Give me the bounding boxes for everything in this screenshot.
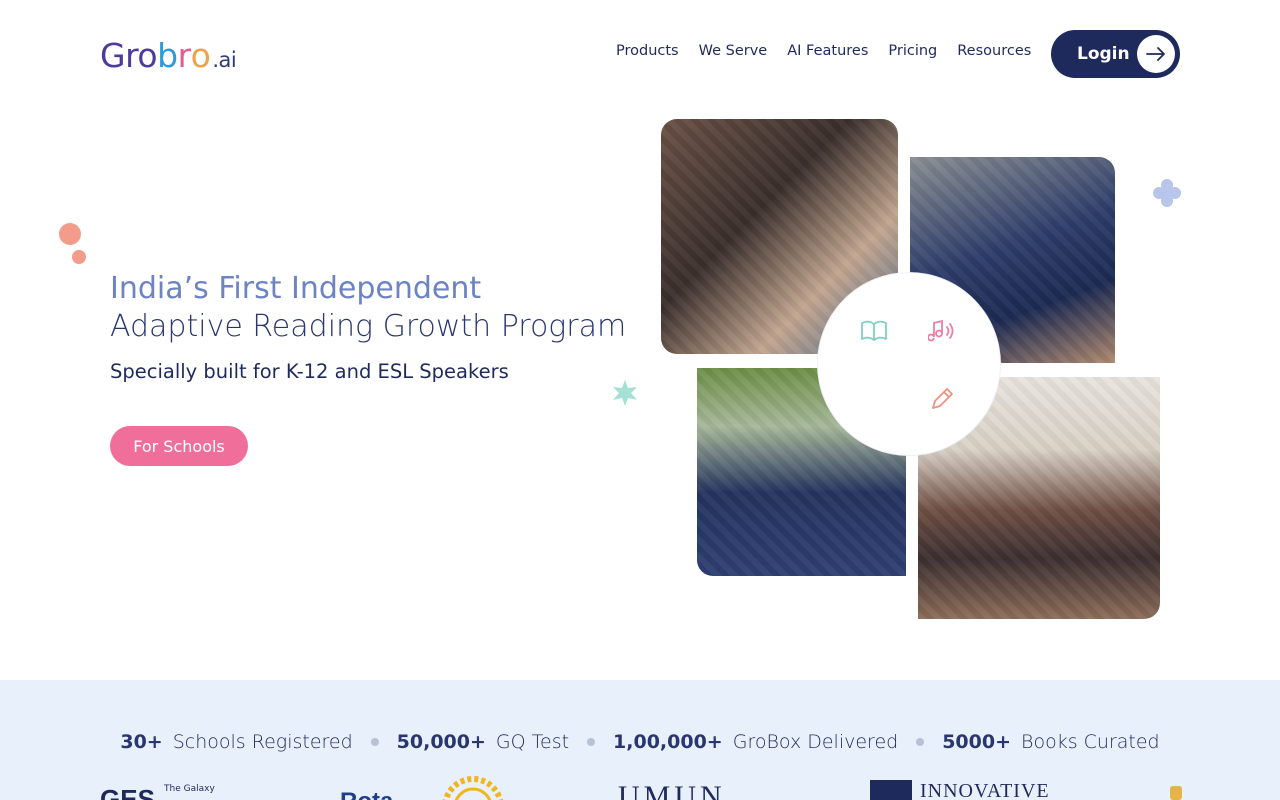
- stat-books: 5000+ Books Curated: [942, 731, 1159, 753]
- partner-logo-umun: UMUN: [618, 780, 726, 800]
- partner-logo-partial: [1170, 786, 1182, 800]
- stat-number: 1,00,000+: [613, 731, 723, 753]
- stat-schools: 30+ Schools Registered: [120, 731, 352, 753]
- partner-logo-innovative: INNOVATIVE: [870, 780, 1050, 800]
- logo-text-o: o: [190, 36, 211, 75]
- crest-icon: [870, 780, 912, 800]
- logo-text: Gro: [100, 36, 158, 75]
- stat-label: GQ Test: [495, 731, 570, 753]
- partner-logo-rotary: Rota: [340, 788, 393, 800]
- hero-title-line2: Adaptive Reading Growth Program: [110, 309, 627, 344]
- login-button[interactable]: Login: [1051, 30, 1180, 78]
- partner-innovative-text: INNOVATIVE: [920, 780, 1050, 800]
- pencil-icon: [910, 367, 974, 431]
- logo-text-b: b: [157, 36, 178, 75]
- hero-text: India’s First Independent Adaptive Readi…: [110, 270, 630, 383]
- decor-dot-large: [59, 223, 81, 245]
- grobro-logo[interactable]: Gro b r o .ai: [100, 36, 237, 75]
- decor-plus-icon: [1153, 179, 1181, 207]
- nav-ai-features[interactable]: AI Features: [787, 43, 868, 59]
- main-nav: Products We Serve AI Features Pricing Re…: [616, 43, 1031, 59]
- stat-label: GroBox Delivered: [732, 731, 899, 753]
- hero-title-line1: India’s First Independent: [110, 271, 482, 306]
- music-note-icon: [910, 299, 974, 363]
- nav-we-serve[interactable]: We Serve: [699, 43, 768, 59]
- partner-rotary-text: Rota: [340, 788, 393, 800]
- stat-separator: [587, 738, 596, 746]
- login-label: Login: [1077, 44, 1130, 64]
- stat-gq-test: 50,000+ GQ Test: [397, 731, 569, 753]
- partner-logos-strip: GES The Galaxy Rota UMUN INNOVATIVE: [0, 776, 1280, 800]
- partner-ges-text: GES: [100, 784, 155, 800]
- stat-separator: [916, 738, 925, 746]
- logo-text-r: r: [177, 36, 192, 75]
- for-schools-button[interactable]: For Schools: [110, 426, 248, 466]
- nav-resources[interactable]: Resources: [957, 43, 1031, 59]
- stat-label: Schools Registered: [172, 731, 353, 753]
- stat-label: Books Curated: [1021, 731, 1160, 753]
- arrow-right-icon: [1137, 35, 1175, 73]
- hero-subtitle: Specially built for K-12 and ESL Speaker…: [110, 360, 509, 383]
- partner-umun-text: UMUN: [618, 780, 726, 800]
- stat-number: 5000+: [942, 731, 1012, 753]
- partner-ges-sub: The Galaxy: [164, 784, 215, 794]
- stat-grobox: 1,00,000+ GroBox Delivered: [613, 731, 898, 753]
- nav-products[interactable]: Products: [616, 43, 679, 59]
- site-header: Gro b r o .ai Products We Serve AI Features …: [0, 0, 1280, 106]
- logo-suffix: .ai: [212, 48, 237, 72]
- stats-row: 30+ Schools Registered 50,000+ GQ Test 1…: [0, 731, 1280, 753]
- book-icon: [842, 299, 906, 363]
- stat-separator: [370, 738, 379, 746]
- feature-icons-circle: [818, 273, 1000, 455]
- partner-logo-ges: GES The Galaxy: [100, 784, 215, 800]
- stat-number: 30+: [120, 731, 163, 753]
- nav-pricing[interactable]: Pricing: [888, 43, 937, 59]
- rotary-wheel-icon: [442, 776, 504, 800]
- stat-number: 50,000+: [396, 731, 486, 753]
- decor-star-icon: [613, 380, 637, 406]
- decor-dot-small: [72, 250, 86, 264]
